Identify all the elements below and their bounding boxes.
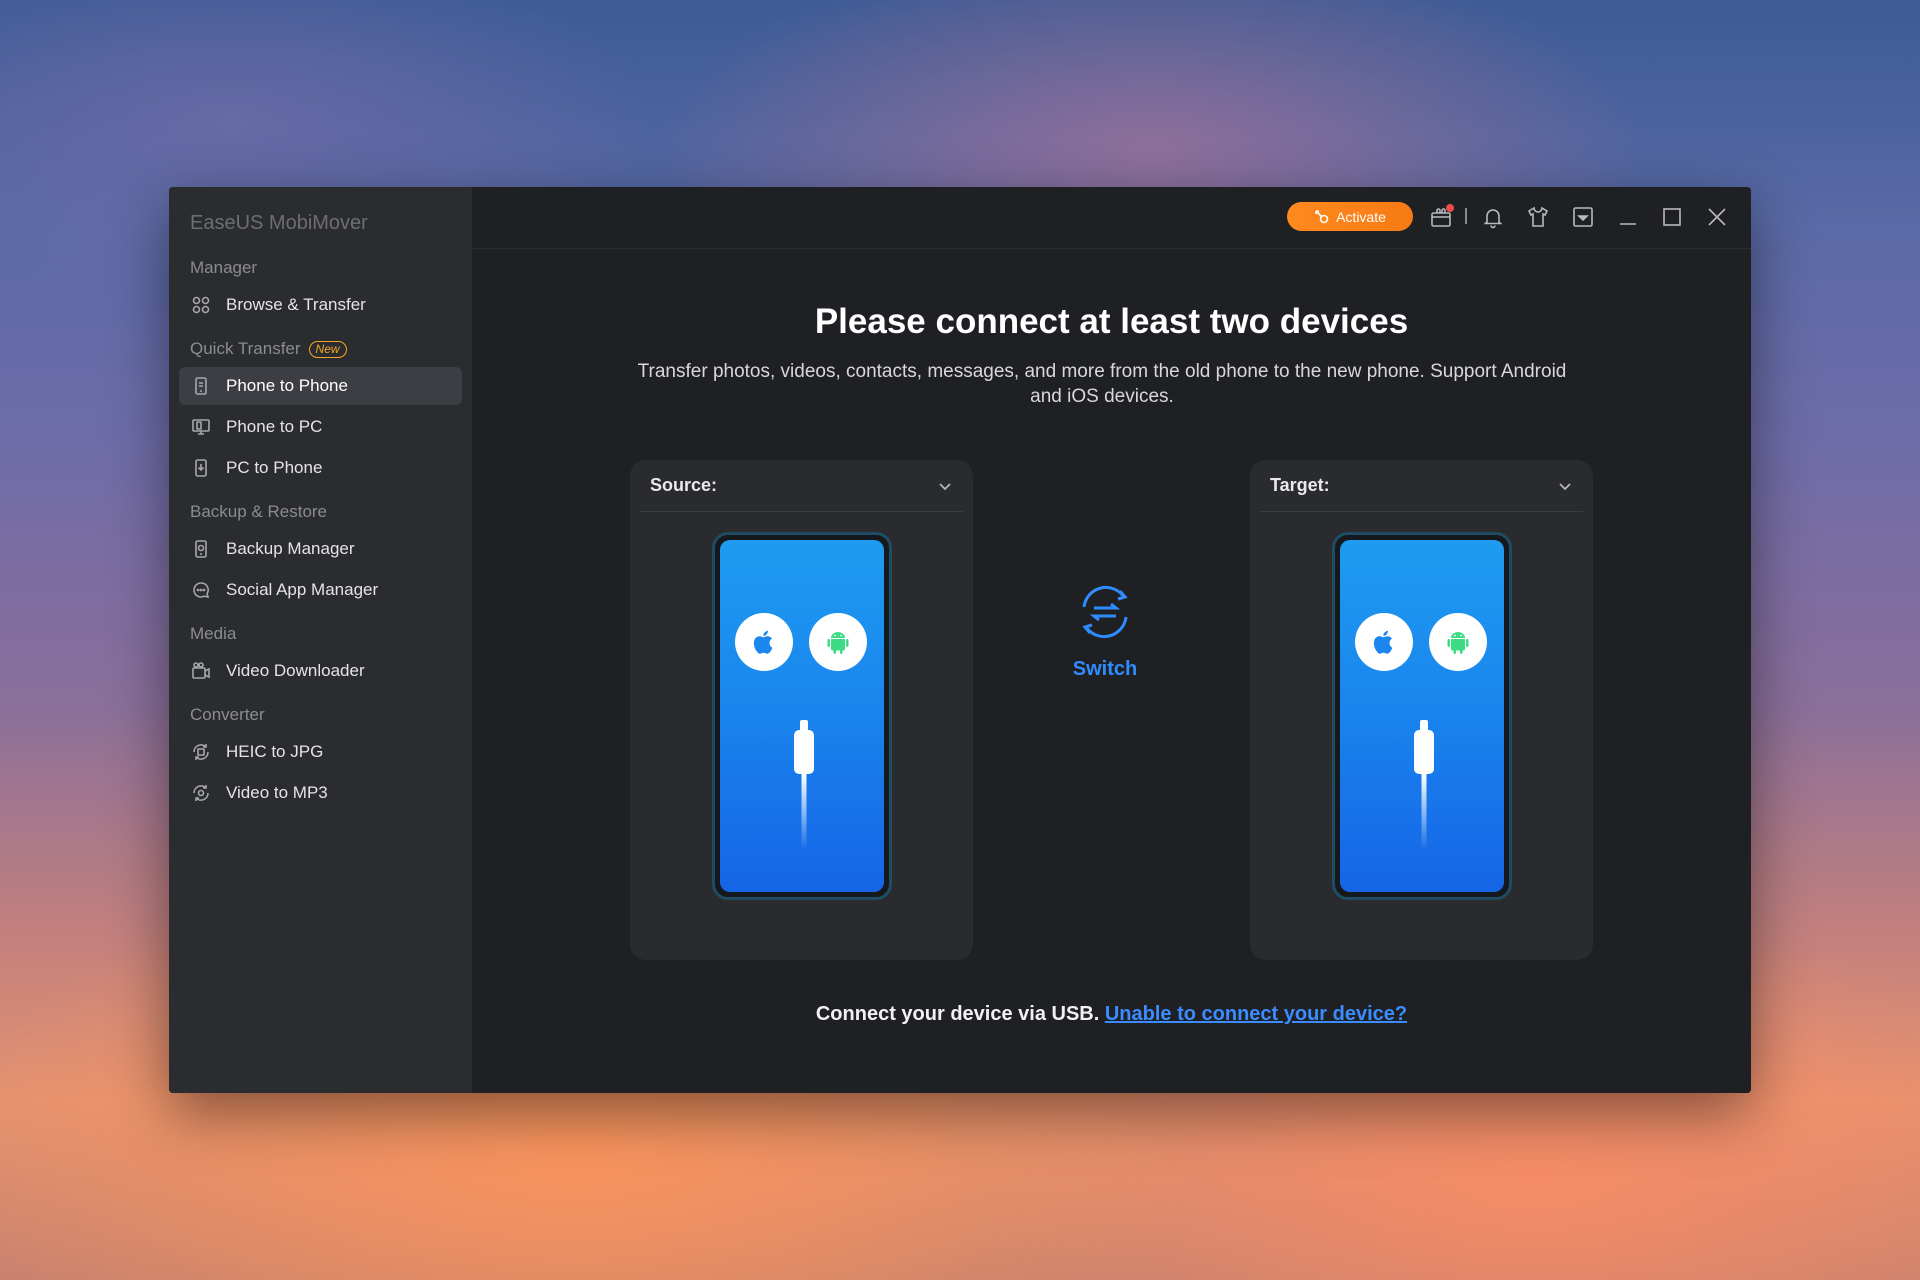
phone-illustration — [1332, 532, 1512, 900]
phone-transfer-icon — [190, 375, 212, 397]
chevron-down-icon — [939, 482, 951, 490]
section-label-text: Quick Transfer — [190, 339, 301, 358]
connect-hint: Connect your device via USB. Unable to c… — [472, 1003, 1751, 1026]
grid-icon — [190, 294, 212, 316]
phone-illustration — [712, 532, 892, 900]
switch-label: Switch — [1072, 658, 1138, 680]
sidebar-item-label: Backup Manager — [226, 539, 355, 558]
section-label-text: Media — [190, 624, 237, 643]
gift-icon[interactable] — [1428, 204, 1454, 230]
section-label-text: Backup & Restore — [190, 502, 328, 521]
unable-to-connect-link[interactable]: Unable to connect your device? — [1105, 1003, 1407, 1025]
sidebar-item-heic-to-jpg[interactable]: HEIC to JPG — [179, 733, 462, 771]
target-device-dropdown[interactable]: Target: — [1260, 460, 1583, 512]
close-icon[interactable] — [1704, 204, 1730, 230]
minimize-icon[interactable] — [1615, 204, 1641, 230]
phone-screen — [1340, 540, 1504, 892]
target-device-card: Target: — [1250, 460, 1593, 960]
sidebar-item-label: PC to Phone — [226, 458, 323, 477]
source-device-dropdown[interactable]: Source: — [640, 460, 963, 512]
sidebar: EaseUS MobiMover Manager Browse & Transf… — [169, 187, 472, 1093]
activate-label: Activate — [1336, 208, 1386, 225]
chevron-down-icon — [1559, 482, 1571, 490]
section-label-converter: Converter — [169, 700, 472, 730]
sidebar-item-label: Video to MP3 — [226, 783, 328, 802]
main-panel: Activate Please connect at least two dev… — [472, 187, 1751, 1093]
key-icon — [1315, 209, 1329, 223]
sidebar-item-video-downloader[interactable]: Video Downloader — [179, 652, 462, 690]
sidebar-item-phone-to-pc[interactable]: Phone to PC — [179, 408, 462, 446]
title-bar: Activate — [472, 187, 1751, 249]
source-device-card: Source: — [630, 460, 973, 960]
sidebar-item-backup-manager[interactable]: Backup Manager — [179, 530, 462, 568]
sidebar-item-label: Browse & Transfer — [226, 295, 366, 314]
section-label-text: Converter — [190, 705, 265, 724]
page-title: Please connect at least two devices — [814, 302, 1409, 341]
sidebar-item-label: Phone to Phone — [226, 376, 348, 395]
sidebar-item-pc-to-phone[interactable]: PC to Phone — [179, 449, 462, 487]
phone-icon — [190, 457, 212, 479]
activate-button[interactable]: Activate — [1287, 202, 1413, 231]
connect-hint-text: Connect your device via USB. — [815, 1003, 1100, 1025]
switch-arrows-icon — [1082, 586, 1128, 638]
page-subtitle: Transfer photos, videos, contacts, messa… — [637, 361, 1567, 407]
section-label-media: Media — [169, 619, 472, 649]
sidebar-item-phone-to-phone[interactable]: Phone to Phone — [179, 367, 462, 405]
sidebar-item-label: Video Downloader — [226, 661, 365, 680]
sidebar-item-label: HEIC to JPG — [226, 742, 324, 761]
sidebar-item-browse-transfer[interactable]: Browse & Transfer — [179, 286, 462, 324]
notification-dot — [1446, 204, 1454, 212]
image-convert-icon — [190, 741, 212, 763]
dropdown-box-icon[interactable] — [1570, 204, 1596, 230]
audio-convert-icon — [190, 782, 212, 804]
usb-cable-icon — [794, 720, 814, 850]
section-label-backup-restore: Backup & Restore — [169, 497, 472, 527]
shirt-icon[interactable] — [1525, 204, 1551, 230]
usb-cable-icon — [1414, 720, 1434, 850]
new-badge: New — [308, 340, 347, 358]
toolbar-divider — [1465, 208, 1467, 224]
sidebar-item-label: Social App Manager — [226, 580, 379, 599]
maximize-icon[interactable] — [1659, 204, 1685, 230]
apple-icon — [1355, 613, 1413, 671]
target-label: Target: — [1270, 475, 1330, 495]
chat-icon — [190, 579, 212, 601]
sidebar-item-label: Phone to PC — [226, 417, 323, 436]
android-icon — [1429, 613, 1487, 671]
video-icon — [190, 660, 212, 682]
app-window: EaseUS MobiMover Manager Browse & Transf… — [169, 187, 1751, 1093]
app-title: EaseUS MobiMover — [190, 212, 368, 234]
sidebar-item-video-to-mp3[interactable]: Video to MP3 — [179, 774, 462, 812]
bell-icon[interactable] — [1480, 204, 1506, 230]
source-label: Source: — [650, 475, 718, 495]
switch-button[interactable]: Switch — [1070, 577, 1140, 681]
android-icon — [809, 613, 867, 671]
section-label-quick-transfer: Quick Transfer New — [169, 334, 472, 364]
monitor-icon — [190, 416, 212, 438]
apple-icon — [735, 613, 793, 671]
section-label-manager: Manager — [169, 253, 472, 283]
phone-screen — [720, 540, 884, 892]
sidebar-item-social-app-manager[interactable]: Social App Manager — [179, 571, 462, 609]
backup-icon — [190, 538, 212, 560]
section-label-text: Manager — [190, 258, 258, 277]
